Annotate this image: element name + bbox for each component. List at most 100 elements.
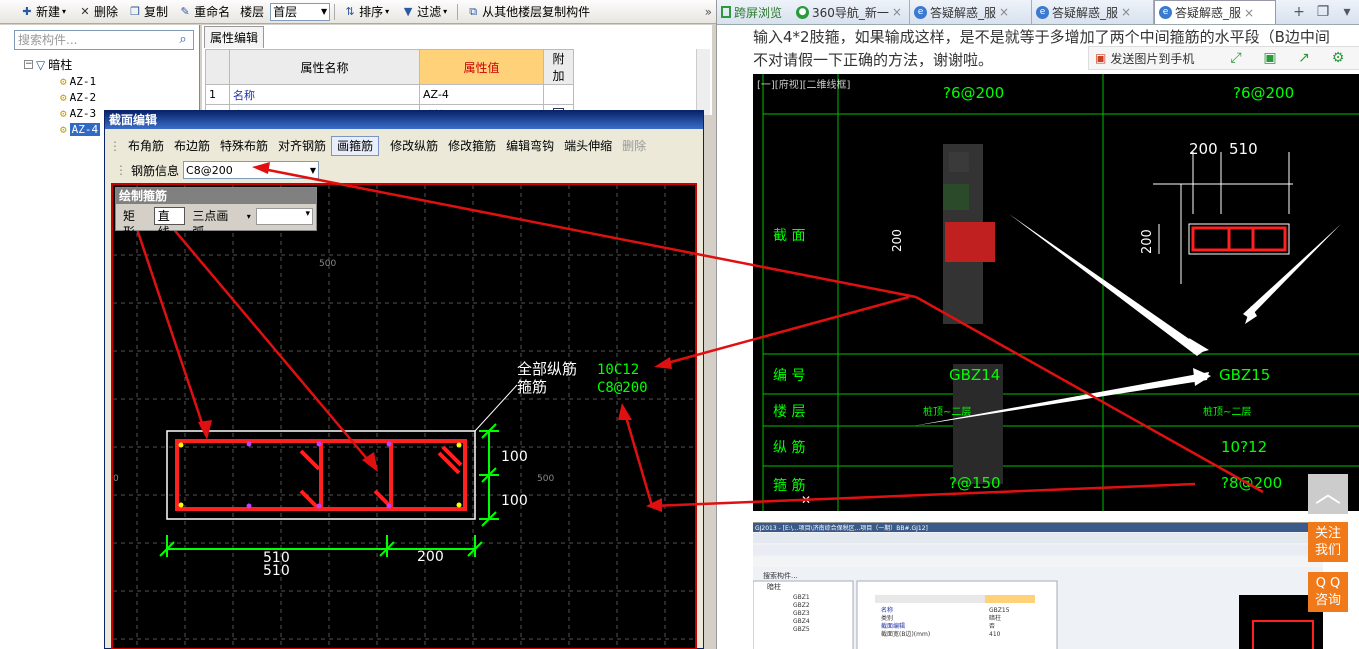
rename-icon: ✎ xyxy=(180,4,190,18)
special-rebar-button[interactable]: 特殊布筋 xyxy=(215,136,273,156)
col-num xyxy=(205,49,230,85)
three-point-arc-button[interactable]: 三点画弧 xyxy=(188,207,243,239)
chevron-down-icon: ▾ xyxy=(385,7,390,16)
modify-longitudinal-button[interactable]: 修改纵筋 xyxy=(385,136,443,156)
rebar-info-row: ⋮ 钢筋信息 C8@200 ▼ xyxy=(115,161,320,179)
cad-stirrup: ?@150 xyxy=(949,474,1001,492)
modify-stirrup-button[interactable]: 修改箍筋 xyxy=(443,136,501,156)
all-longitudinal-value: 10C12 xyxy=(597,362,639,378)
close-icon[interactable]: × xyxy=(892,5,902,19)
line-button[interactable]: 直线 xyxy=(153,207,186,239)
delete-button[interactable]: ✕ 删除 xyxy=(74,2,122,22)
ie-icon: e xyxy=(1036,5,1049,19)
tree-item[interactable]: ⚙ AZ-2 xyxy=(60,90,96,105)
qq-consult-button[interactable]: Q Q 咨询 xyxy=(1308,572,1348,612)
collapse-icon[interactable]: − xyxy=(24,60,33,69)
new-tab-icon[interactable]: + xyxy=(1288,4,1310,20)
tree-item[interactable]: ⚙ AZ-3 xyxy=(60,106,96,121)
gear-icon[interactable]: ⚙ xyxy=(1321,50,1355,66)
col-header: 属性值 xyxy=(419,49,544,85)
cad-drawing-image: [一][府视][二维线框] ?6@200 ?6@200 截 面 编 号 楼 层 … xyxy=(753,74,1359,511)
edge-rebar-button[interactable]: 布边筋 xyxy=(169,136,215,156)
section-canvas[interactable]: 绘制箍筋 矩形 直线 三点画弧 ▾ ▾ 500 500 0 全部纵筋 箍筋 10… xyxy=(111,183,697,649)
embedded-app: GJ2013 - [E:\...项目\济南综合保税区...项目（一期）BB#.G… xyxy=(753,523,1323,649)
rebar-info-label: 钢筋信息 xyxy=(131,163,180,178)
search-input[interactable]: 搜索构件... ⌕ xyxy=(14,30,194,50)
cad-header: [一][府视][二维线框] xyxy=(757,78,851,91)
table-row[interactable]: 1 名称 AZ-4 xyxy=(205,84,574,105)
corner-rebar-button[interactable]: 布角筋 xyxy=(123,136,169,156)
save-icon[interactable]: ▣ xyxy=(1253,50,1287,66)
tab-qa[interactable]: e 答疑解惑_服 × xyxy=(1032,0,1154,24)
tab-property-edit[interactable]: 属性编辑 xyxy=(204,26,265,48)
cad-dimension: 200 xyxy=(1140,229,1155,254)
back-to-top-button[interactable]: ︿ xyxy=(1308,474,1348,514)
delete-button[interactable]: 删除 xyxy=(617,136,651,156)
tree-item[interactable]: ⚙ AZ-1 xyxy=(60,74,96,89)
draw-stirrup-button[interactable]: 画箍筋 xyxy=(331,136,380,156)
end-stretch-button[interactable]: 端头伸缩 xyxy=(559,136,617,156)
prop-value[interactable]: AZ-4 xyxy=(419,84,544,105)
fullscreen-icon[interactable]: ⤢ xyxy=(1219,50,1253,66)
restore-tab-icon[interactable]: ❐ xyxy=(1312,4,1334,20)
send-to-phone-button[interactable]: ▣ 发送图片到手机 xyxy=(1089,50,1219,67)
filter-icon: ▼ xyxy=(403,4,413,18)
embedded-value: GBZ15 xyxy=(989,607,1010,614)
row-number: 1 xyxy=(205,84,230,105)
tab-list-icon[interactable]: ▾ xyxy=(1336,4,1358,20)
tab-cross-screen[interactable]: 跨屏浏览 xyxy=(717,0,792,24)
dimension-label: 100 xyxy=(501,493,528,509)
prop-extra xyxy=(543,84,574,105)
copy-from-floor-label: 从其他楼层复制构件 xyxy=(482,5,591,19)
filter-button[interactable]: ▼ 过滤 ▾ xyxy=(397,2,453,22)
copy-button[interactable]: ❐ 复制 xyxy=(124,2,172,22)
dimension-label: 510 xyxy=(263,563,290,579)
cad-dimension: 510 xyxy=(1229,140,1258,158)
grid-label: 0 xyxy=(113,474,119,484)
align-rebar-button[interactable]: 对齐钢筋 xyxy=(273,136,331,156)
ie-icon: e xyxy=(1159,6,1172,19)
tab-qa-active[interactable]: e 答疑解惑_服 × xyxy=(1154,0,1276,24)
image-float-toolbar: ▣ 发送图片到手机 ⤢ ▣ ↗ ⚙ xyxy=(1088,46,1359,70)
close-icon[interactable]: × xyxy=(1244,6,1254,20)
embedded-title: GJ2013 - [E:\...项目\济南综合保税区...项目（一期）BB#.G… xyxy=(755,524,928,532)
phone-icon: ▣ xyxy=(1095,51,1107,65)
embedded-tree-item: GBZ4 xyxy=(793,618,810,625)
tree-item-selected[interactable]: ⚙ AZ-4 xyxy=(60,122,101,137)
col-header: 附加 xyxy=(543,49,574,85)
close-icon[interactable]: × xyxy=(999,5,1009,19)
filter-icon: ▽ xyxy=(36,57,46,72)
tab-qa[interactable]: e 答疑解惑_服 × xyxy=(910,0,1032,24)
follow-us-button[interactable]: 关注 我们 xyxy=(1308,522,1348,562)
rebar-info-select[interactable]: C8@200 ▼ xyxy=(183,161,320,179)
close-icon[interactable]: × xyxy=(1121,5,1131,19)
cad-row-label: 箍 筋 xyxy=(773,477,805,494)
toolbar-overflow-icon[interactable]: » xyxy=(701,2,716,22)
stirrup-label: 箍筋 xyxy=(517,378,547,396)
search-placeholder: 搜索构件... xyxy=(18,33,78,47)
chevron-down-icon[interactable]: ▾ xyxy=(247,212,253,221)
rename-button[interactable]: ✎ 重命名 xyxy=(174,2,234,22)
tab-label: 答疑解惑_服 xyxy=(1052,5,1119,20)
cad-row-label: 编 号 xyxy=(773,368,805,384)
embedded-prop: 类别 xyxy=(881,614,893,622)
tree-item-label: AZ-2 xyxy=(69,91,97,104)
cad-id: GBZ14 xyxy=(949,366,1000,384)
sort-button[interactable]: ⇅ 排序 ▾ xyxy=(339,2,395,22)
tree-root[interactable]: − ▽ 暗柱 xyxy=(24,57,72,72)
new-button[interactable]: ✚ 新建 ▾ xyxy=(16,2,72,22)
search-icon[interactable]: ⌕ xyxy=(175,32,191,48)
edit-hook-button[interactable]: 编辑弯钩 xyxy=(501,136,559,156)
copy-from-floor-button[interactable]: ⧉ 从其他楼层复制构件 xyxy=(462,2,594,22)
floor-select[interactable]: 首层 ▼ xyxy=(270,2,331,21)
grip-icon: ⋮ xyxy=(115,163,127,177)
share-icon[interactable]: ↗ xyxy=(1287,50,1321,66)
embedded-tree-item: GBZ5 xyxy=(793,626,810,633)
cad-drawing: [一][府视][二维线框] ?6@200 ?6@200 截 面 编 号 楼 层 … xyxy=(757,74,1359,511)
vertical-scrollbar[interactable] xyxy=(696,49,710,115)
arc-option-select[interactable]: ▾ xyxy=(255,207,313,225)
rectangle-button[interactable]: 矩形 xyxy=(119,207,151,239)
gear-icon: ⚙ xyxy=(60,107,67,120)
tab-360-nav[interactable]: ● 360导航_新一 × xyxy=(792,0,910,24)
draw-panel-title: 绘制箍筋 xyxy=(116,188,316,204)
